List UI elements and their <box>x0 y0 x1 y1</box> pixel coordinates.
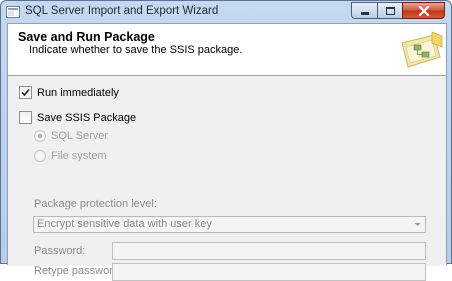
protection-level-value: Encrypt sensitive data with user key <box>37 218 212 230</box>
save-ssis-package-label: Save SSIS Package <box>37 111 137 124</box>
run-immediately-label: Run immediately <box>37 86 119 99</box>
radio-selected-dot <box>38 134 42 138</box>
sql-server-label: SQL Server <box>51 130 109 142</box>
wizard-window: SQL Server Import and Export Wizard Save… <box>0 0 452 281</box>
file-system-radio[interactable] <box>34 150 46 162</box>
password-field[interactable] <box>112 242 426 260</box>
package-wizard-icon <box>401 31 443 68</box>
retype-password-label: Retype password: <box>34 265 123 277</box>
minimize-button[interactable] <box>351 2 377 19</box>
window-title: SQL Server Import and Export Wizard <box>25 5 219 17</box>
save-ssis-package-checkbox[interactable] <box>19 111 32 124</box>
save-ssis-package-checkbox-row[interactable]: Save SSIS Package <box>19 111 136 124</box>
file-system-label: File system <box>51 150 107 162</box>
checkmark-icon <box>21 88 30 97</box>
chevron-down-icon <box>414 223 421 226</box>
run-immediately-checkbox[interactable] <box>19 86 32 99</box>
page-subtitle: Indicate whether to save the SSIS packag… <box>29 44 243 56</box>
maximize-button[interactable] <box>377 2 402 19</box>
minimize-icon <box>360 12 369 15</box>
protection-level-dropdown[interactable]: Encrypt sensitive data with user key <box>33 216 426 233</box>
close-icon <box>418 5 429 16</box>
page-title: Save and Run Package <box>18 30 155 44</box>
protection-level-label: Package protection level: <box>34 198 157 210</box>
close-button[interactable] <box>402 2 445 19</box>
options-panel: Run immediately Save SSIS Package SQL Se… <box>8 76 446 281</box>
maximize-icon <box>385 6 395 15</box>
title-bar[interactable]: SQL Server Import and Export Wizard <box>1 1 451 23</box>
wizard-client-area: Save and Run Package Indicate whether to… <box>7 23 447 281</box>
sql-server-radio[interactable] <box>34 130 46 142</box>
page-header: Save and Run Package Indicate whether to… <box>8 24 446 74</box>
sql-server-app-icon <box>6 6 20 18</box>
sql-server-radio-row[interactable]: SQL Server <box>34 130 108 142</box>
password-label: Password: <box>34 245 86 257</box>
file-system-radio-row[interactable]: File system <box>34 150 107 162</box>
retype-password-field[interactable] <box>112 263 426 281</box>
run-immediately-checkbox-row[interactable]: Run immediately <box>19 86 119 99</box>
